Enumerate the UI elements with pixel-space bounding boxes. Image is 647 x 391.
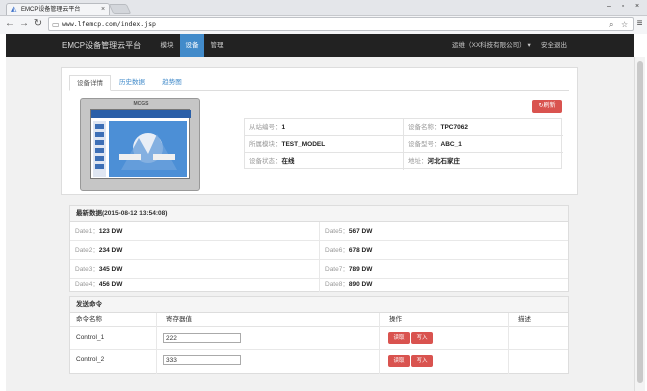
scrollbar[interactable] bbox=[634, 57, 645, 391]
data-value: 567 DW bbox=[348, 228, 373, 235]
read-button[interactable]: 读取 bbox=[388, 332, 410, 344]
reload-icon[interactable]: ↻ bbox=[32, 18, 44, 30]
write-button[interactable]: 写入 bbox=[411, 332, 433, 344]
device-screen-graphic bbox=[91, 110, 191, 177]
tab-trend-chart[interactable]: 趋势图 bbox=[155, 75, 189, 91]
slave-no-label: 从站编号： bbox=[249, 124, 282, 131]
detail-tabs: 设备详情 历史数据 趋势图 bbox=[69, 75, 569, 91]
maximize-icon[interactable]: ▫ bbox=[617, 2, 629, 11]
latest-data-title: 最新数据(2015-08-12 13:54:08) bbox=[70, 206, 568, 222]
status-label: 设备状态： bbox=[249, 158, 282, 165]
page-icon: ▭ bbox=[52, 20, 60, 29]
browser-tab[interactable]: ◭ EMCP设备管理云平台 × bbox=[6, 3, 110, 15]
write-button[interactable]: 写入 bbox=[411, 355, 433, 367]
data-cell-3: Date3：345 DW bbox=[70, 260, 320, 279]
latest-data-panel: 最新数据(2015-08-12 13:54:08) Date1：123 DW D… bbox=[69, 205, 569, 292]
app-navbar: EMCP设备管理云平台 模块 设备 管理 运维（XX科技有限公司） ▾ 安全退出 bbox=[6, 34, 634, 57]
star-icon[interactable]: ☆ bbox=[621, 19, 628, 30]
address-label: 地址： bbox=[408, 158, 428, 165]
info-cell-address: 地址：河北石家庄 bbox=[404, 153, 563, 170]
module-label: 所属模块： bbox=[249, 141, 282, 148]
data-cell-6: Date6：678 DW bbox=[320, 241, 568, 260]
data-cell-7: Date7：789 DW bbox=[320, 260, 568, 279]
col-register-value: 寄存器值 bbox=[166, 316, 192, 323]
address-value: 河北石家庄 bbox=[427, 158, 461, 165]
tab-history-data[interactable]: 历史数据 bbox=[113, 75, 151, 91]
data-label: Date5： bbox=[325, 228, 349, 235]
command-row: Control_1 读取 写入 bbox=[70, 328, 568, 350]
nav-link-modules[interactable]: 模块 bbox=[156, 34, 178, 57]
data-value: 123 DW bbox=[98, 228, 123, 235]
info-cell-device-model: 设备型号：ABC_1 bbox=[404, 136, 563, 153]
nav-link-devices[interactable]: 设备 bbox=[180, 34, 204, 57]
register-value-input[interactable] bbox=[163, 355, 241, 365]
data-value: 456 DW bbox=[98, 281, 123, 288]
favicon-icon: ◭ bbox=[11, 6, 17, 13]
data-label: Date8： bbox=[325, 281, 349, 288]
data-label: Date3： bbox=[75, 266, 99, 273]
browser-tab-title: EMCP设备管理云平台 bbox=[21, 7, 81, 13]
caret-down-icon: ▾ bbox=[527, 42, 531, 49]
col-description: 描述 bbox=[518, 316, 531, 323]
read-button[interactable]: 读取 bbox=[388, 355, 410, 367]
back-icon[interactable]: ← bbox=[4, 18, 16, 30]
data-label: Date2： bbox=[75, 247, 99, 254]
refresh-label: 刷新 bbox=[543, 103, 556, 109]
forward-icon[interactable]: → bbox=[18, 18, 30, 30]
device-brand-label: MCGS bbox=[133, 101, 149, 107]
data-value: 345 DW bbox=[98, 266, 123, 273]
data-label: Date6： bbox=[325, 247, 349, 254]
info-cell-slave-no: 从站编号：1 bbox=[245, 119, 404, 136]
close-window-icon[interactable]: × bbox=[631, 2, 643, 11]
address-bar[interactable]: ▭ www.lfemcp.com/index.jsp ⌕ ☆ bbox=[48, 17, 634, 31]
minimize-icon[interactable]: – bbox=[603, 2, 615, 11]
module-value: TEST_MODEL bbox=[281, 141, 326, 148]
user-menu[interactable]: 运维（XX科技有限公司） ▾ bbox=[452, 34, 531, 57]
data-value: 789 DW bbox=[348, 266, 373, 273]
device-model-value: ABC_1 bbox=[440, 141, 462, 148]
data-cell-2: Date2：234 DW bbox=[70, 241, 320, 260]
menu-icon[interactable]: ≡ bbox=[634, 18, 645, 30]
info-cell-device-name: 设备名称：TPC7062 bbox=[404, 119, 563, 136]
tab-device-details[interactable]: 设备详情 bbox=[69, 75, 111, 91]
device-name-value: TPC7062 bbox=[440, 124, 468, 131]
slave-no-value: 1 bbox=[281, 124, 286, 131]
status-value: 在线 bbox=[281, 158, 295, 165]
data-cell-4: Date4：456 DW bbox=[70, 279, 320, 292]
data-value: 678 DW bbox=[348, 247, 373, 254]
command-name: Control_2 bbox=[76, 356, 105, 363]
data-cell-1: Date1：123 DW bbox=[70, 222, 320, 241]
data-cell-8: Date8：890 DW bbox=[320, 279, 568, 292]
logout-link[interactable]: 安全退出 bbox=[534, 34, 574, 57]
device-model-label: 设备型号： bbox=[408, 141, 441, 148]
send-command-panel: 发送命令 命令名称 寄存器值 操作 描述 Control_1 读取 写入 Con… bbox=[69, 296, 569, 374]
nav-link-manage[interactable]: 管理 bbox=[206, 34, 228, 57]
user-menu-label: 运维（XX科技有限公司） bbox=[452, 42, 526, 49]
data-value: 234 DW bbox=[98, 247, 123, 254]
register-value-input[interactable] bbox=[163, 333, 241, 343]
data-label: Date7： bbox=[325, 266, 349, 273]
command-table-header: 命令名称 寄存器值 操作 描述 bbox=[70, 313, 568, 327]
data-value: 890 DW bbox=[348, 281, 373, 288]
info-cell-module: 所属模块：TEST_MODEL bbox=[245, 136, 404, 153]
refresh-button[interactable]: ↻刷新 bbox=[532, 100, 562, 113]
command-row: Control_2 读取 写入 bbox=[70, 350, 568, 372]
url-text: www.lfemcp.com/index.jsp bbox=[62, 20, 156, 28]
device-info-table: 从站编号：1 设备名称：TPC7062 所属模块：TEST_MODEL 设备型号… bbox=[244, 118, 563, 170]
scrollbar-thumb[interactable] bbox=[637, 61, 643, 383]
data-label: Date1： bbox=[75, 228, 99, 235]
device-screen bbox=[90, 109, 191, 179]
search-icon[interactable]: ⌕ bbox=[609, 19, 613, 30]
close-tab-icon[interactable]: × bbox=[101, 5, 105, 14]
col-command-name: 命令名称 bbox=[76, 316, 102, 323]
data-label: Date4： bbox=[75, 281, 99, 288]
data-cell-5: Date5：567 DW bbox=[320, 222, 568, 241]
info-cell-status: 设备状态：在线 bbox=[245, 153, 404, 170]
device-name-label: 设备名称： bbox=[408, 124, 441, 131]
command-name: Control_1 bbox=[76, 334, 105, 341]
brand-title[interactable]: EMCP设备管理云平台 bbox=[62, 34, 141, 57]
col-operation: 操作 bbox=[389, 316, 402, 323]
device-image: MCGS bbox=[80, 98, 200, 191]
send-command-title: 发送命令 bbox=[70, 297, 568, 313]
